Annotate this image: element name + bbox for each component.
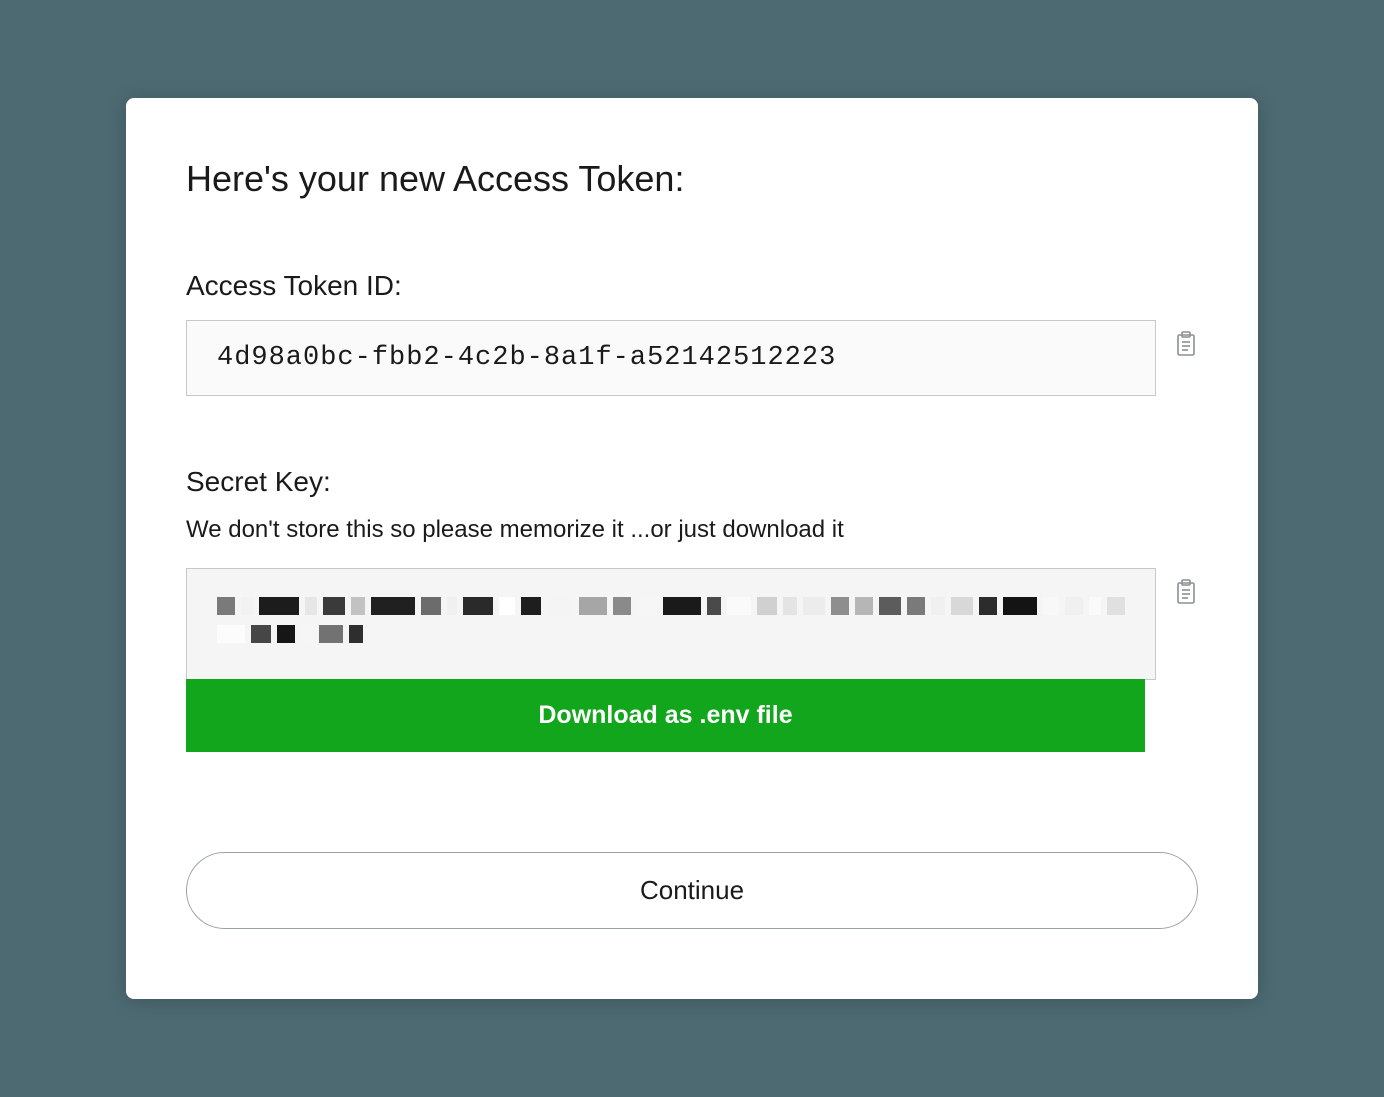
access-token-id-value[interactable]: 4d98a0bc-fbb2-4c2b-8a1f-a52142512223: [186, 320, 1156, 396]
secret-key-label: Secret Key:: [186, 466, 1198, 498]
obscured-block: [499, 597, 515, 615]
obscured-block: [259, 597, 299, 615]
obscured-block: [277, 625, 295, 643]
obscured-block: [301, 625, 313, 643]
download-env-button[interactable]: Download as .env file: [186, 679, 1145, 752]
obscured-block: [727, 597, 751, 615]
obscured-block: [463, 597, 493, 615]
access-token-id-label: Access Token ID:: [186, 270, 1198, 302]
obscured-block: [1003, 597, 1037, 615]
copy-access-token-icon[interactable]: [1174, 330, 1198, 358]
obscured-block: [907, 597, 925, 615]
obscured-block: [707, 597, 721, 615]
obscured-block: [1043, 597, 1059, 615]
page-heading: Here's your new Access Token:: [186, 158, 1198, 200]
obscured-block: [1089, 597, 1101, 615]
obscured-block: [351, 597, 365, 615]
obscured-block: [349, 625, 363, 643]
secret-key-helper: We don't store this so please memorize i…: [186, 516, 1198, 544]
secret-key-value-obscured[interactable]: [186, 568, 1156, 680]
obscured-block: [217, 597, 235, 615]
obscured-block: [757, 597, 777, 615]
continue-button[interactable]: Continue: [186, 852, 1198, 929]
obscured-block: [251, 625, 271, 643]
obscured-block: [931, 597, 945, 615]
obscured-block: [521, 597, 541, 615]
obscured-block: [371, 597, 415, 615]
obscured-block: [663, 597, 701, 615]
obscured-block: [879, 597, 901, 615]
obscured-block: [783, 597, 797, 615]
obscured-block: [447, 597, 457, 615]
copy-secret-key-icon[interactable]: [1174, 578, 1198, 606]
obscured-block: [613, 597, 631, 615]
obscured-block: [979, 597, 997, 615]
obscured-block: [831, 597, 849, 615]
obscured-block: [319, 625, 343, 643]
obscured-block: [1065, 597, 1083, 615]
obscured-block: [547, 597, 573, 615]
obscured-block: [579, 597, 607, 615]
obscured-block: [323, 597, 345, 615]
obscured-block: [421, 597, 441, 615]
access-token-card: Here's your new Access Token: Access Tok…: [126, 98, 1258, 999]
obscured-block: [217, 625, 245, 643]
obscured-block: [637, 597, 657, 615]
obscured-block: [951, 597, 973, 615]
obscured-block: [241, 597, 253, 615]
obscured-block: [1107, 597, 1125, 615]
obscured-block: [803, 597, 825, 615]
obscured-block: [305, 597, 317, 615]
obscured-block: [855, 597, 873, 615]
